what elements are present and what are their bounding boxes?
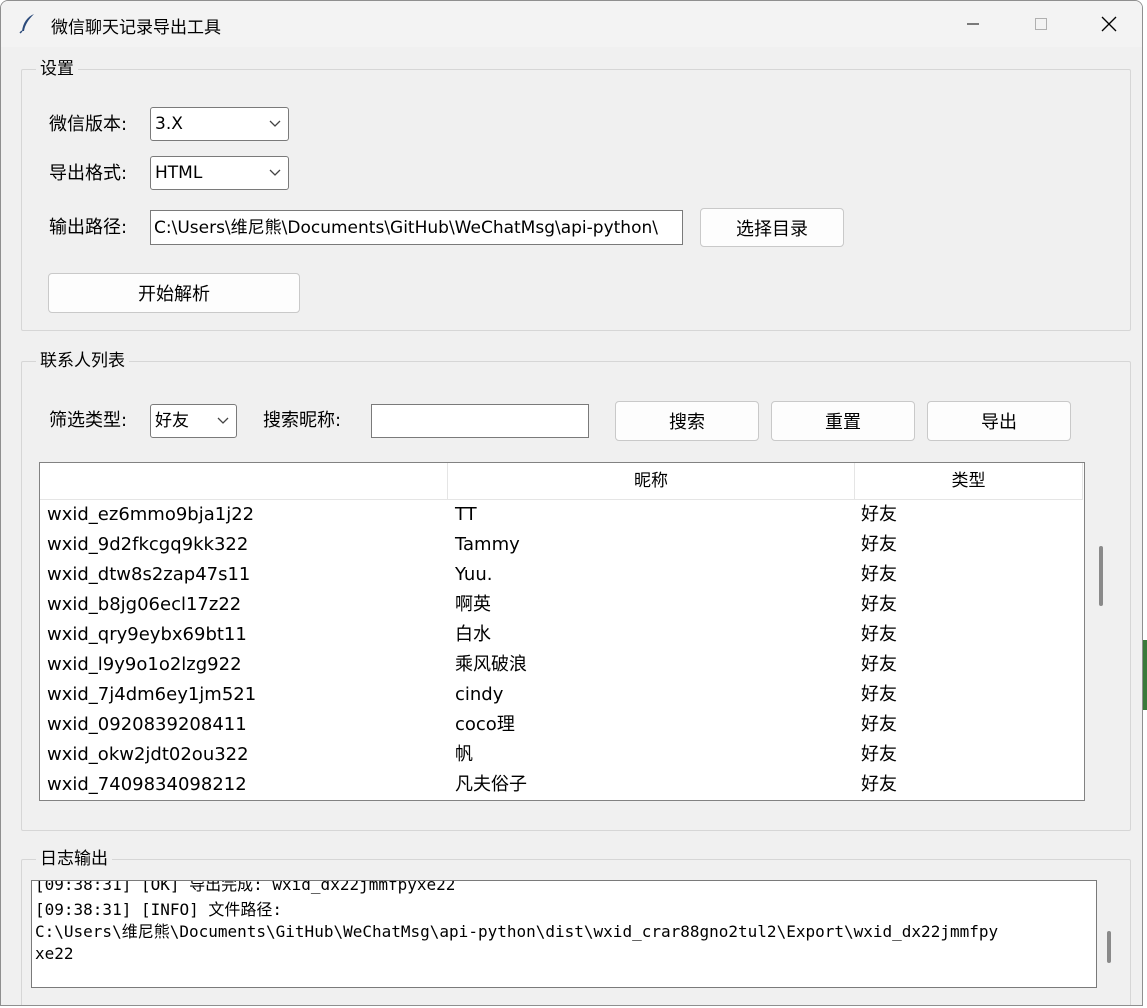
cell-wxid: wxid_dtw8s2zap47s11 [47, 564, 251, 585]
format-label: 导出格式: [49, 163, 128, 184]
settings-group-title: 设置 [36, 59, 78, 79]
column-header-nickname[interactable]: 昵称 [448, 463, 855, 499]
path-label: 输出路径: [49, 217, 128, 238]
log-group-title: 日志输出 [36, 849, 112, 869]
app-window: 微信聊天记录导出工具 设置 微信版本: 3.X 导出格式: HTML 输出路径:… [0, 0, 1143, 1006]
version-select-value: 3.X [155, 114, 183, 134]
chevron-down-icon [269, 120, 281, 127]
cell-type: 好友 [861, 744, 897, 765]
export-button[interactable]: 导出 [927, 401, 1071, 441]
table-header: 昵称 类型 [40, 463, 1083, 500]
column-header-wxid[interactable] [40, 463, 448, 499]
filter-type-value: 好友 [155, 411, 189, 431]
reset-button[interactable]: 重置 [771, 401, 915, 441]
log-scrollbar[interactable] [1107, 931, 1111, 963]
chevron-down-icon [217, 417, 229, 424]
cell-nickname: Tammy [455, 534, 520, 555]
window-title: 微信聊天记录导出工具 [51, 18, 221, 38]
table-row[interactable]: wxid_0920839208411 coco理 好友 [40, 710, 1083, 740]
minimize-icon [967, 23, 979, 25]
close-icon [1101, 16, 1117, 32]
table-row[interactable]: wxid_okw2jdt02ou322 帆 好友 [40, 740, 1083, 770]
cell-wxid: wxid_7409834098212 [47, 774, 247, 795]
contacts-group-title: 联系人列表 [36, 351, 129, 371]
cell-wxid: wxid_qry9eybx69bt11 [47, 624, 247, 645]
chevron-down-icon [269, 169, 281, 176]
filter-type-label: 筛选类型: [49, 410, 128, 431]
table-row[interactable]: wxid_l9y9o1o2lzg922 乘风破浪 好友 [40, 650, 1083, 680]
background-window-edge [1143, 640, 1147, 710]
cell-nickname: 白水 [455, 624, 491, 645]
cell-wxid: wxid_l9y9o1o2lzg922 [47, 654, 242, 675]
search-nickname-input[interactable] [371, 404, 589, 438]
cell-type: 好友 [861, 594, 897, 615]
cell-type: 好友 [861, 774, 897, 795]
contacts-scrollbar[interactable] [1099, 546, 1103, 606]
table-row[interactable]: wxid_9d2fkcgq9kk322 Tammy 好友 [40, 530, 1083, 560]
cell-type: 好友 [861, 564, 897, 585]
search-nickname-field[interactable] [372, 405, 588, 437]
cell-type: 好友 [861, 714, 897, 735]
close-button[interactable] [1075, 1, 1142, 47]
cell-nickname: coco理 [455, 714, 515, 735]
log-line: [09:38:31] [INFO] 文件路径: [35, 900, 283, 919]
search-nickname-label: 搜索昵称: [263, 410, 342, 431]
version-select[interactable]: 3.X [150, 107, 289, 141]
cell-type: 好友 [861, 684, 897, 705]
log-line: C:\Users\维尼熊\Documents\GitHub\WeChatMsg\… [35, 922, 999, 941]
cell-nickname: 啊英 [455, 594, 491, 615]
cell-nickname: cindy [455, 684, 504, 705]
cell-type: 好友 [861, 654, 897, 675]
contacts-table[interactable]: 昵称 类型 wxid_ez6mmo9bja1j22 TT 好友 wxid_9d2fkc… [39, 462, 1085, 801]
title-bar: 微信聊天记录导出工具 [1, 1, 1142, 47]
maximize-button[interactable] [1007, 1, 1075, 47]
column-header-type[interactable]: 类型 [855, 463, 1083, 499]
cell-type: 好友 [861, 504, 897, 525]
cell-wxid: wxid_ez6mmo9bja1j22 [47, 504, 255, 525]
log-line: xe22 [35, 944, 74, 963]
minimize-button[interactable] [939, 1, 1007, 47]
cell-nickname: 凡夫俗子 [455, 774, 527, 795]
cell-nickname: TT [455, 504, 477, 525]
cell-wxid: wxid_7j4dm6ey1jm521 [47, 684, 257, 705]
choose-directory-button[interactable]: 选择目录 [700, 208, 844, 247]
maximize-icon [1035, 18, 1047, 30]
format-select[interactable]: HTML [150, 156, 289, 190]
cell-wxid: wxid_9d2fkcgq9kk322 [47, 534, 249, 555]
cell-nickname: 乘风破浪 [455, 654, 527, 675]
table-row[interactable]: wxid_7j4dm6ey1jm521 cindy 好友 [40, 680, 1083, 710]
filter-type-select[interactable]: 好友 [150, 404, 237, 438]
cell-wxid: wxid_0920839208411 [47, 714, 247, 735]
output-path-field[interactable]: C:\Users\维尼熊\Documents\GitHub\WeChatMsg\… [150, 210, 683, 245]
log-line: [09:38:31] [OK] 导出完成: wxid_dx22jmmfpyxe2… [35, 880, 456, 894]
output-path-value: C:\Users\维尼熊\Documents\GitHub\WeChatMsg\… [154, 218, 658, 238]
version-label: 微信版本: [49, 114, 128, 135]
format-select-value: HTML [155, 163, 203, 183]
table-row[interactable]: wxid_dtw8s2zap47s11 Yuu. 好友 [40, 560, 1083, 590]
cell-wxid: wxid_b8jg06ecl17z22 [47, 594, 242, 615]
table-row[interactable]: wxid_b8jg06ecl17z22 啊英 好友 [40, 590, 1083, 620]
cell-type: 好友 [861, 624, 897, 645]
cell-nickname: Yuu. [455, 564, 493, 585]
table-row[interactable]: wxid_qry9eybx69bt11 白水 好友 [40, 620, 1083, 650]
cell-type: 好友 [861, 534, 897, 555]
cell-nickname: 帆 [455, 744, 473, 765]
table-row[interactable]: wxid_ez6mmo9bja1j22 TT 好友 [40, 500, 1083, 530]
start-parse-button[interactable]: 开始解析 [48, 273, 300, 313]
log-output-text[interactable]: [09:38:31] [OK] 导出完成: wxid_dx22jmmfpyxe2… [31, 880, 1097, 988]
cell-wxid: wxid_okw2jdt02ou322 [47, 744, 249, 765]
feather-icon [17, 12, 39, 34]
search-button[interactable]: 搜索 [615, 401, 759, 441]
table-row[interactable]: wxid_7409834098212 凡夫俗子 好友 [40, 770, 1083, 800]
